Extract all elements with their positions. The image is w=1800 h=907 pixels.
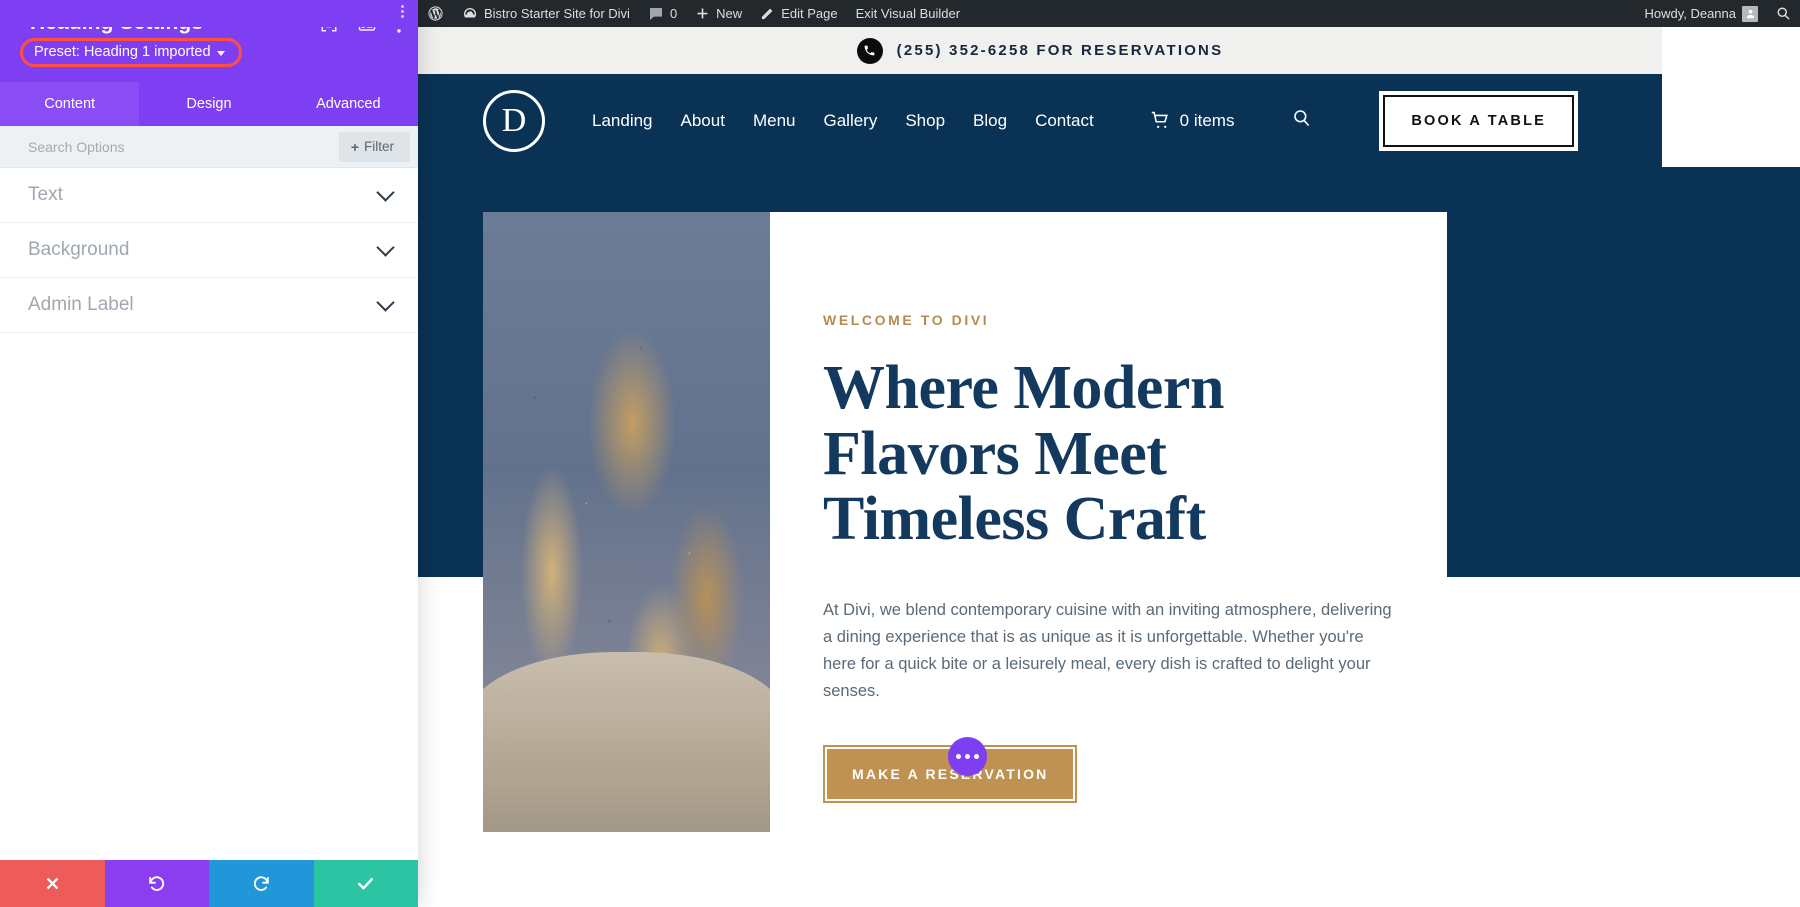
plus-icon [697,8,708,19]
builder-strip-dots-icon[interactable] [401,5,404,18]
hero-eyebrow: WELCOME TO DIVI [823,312,990,328]
tab-advanced[interactable]: Advanced [278,82,418,126]
book-a-table-button[interactable]: BOOK A TABLE [1383,94,1574,147]
plus-icon: + [350,138,359,155]
hero-heading[interactable]: Where Modern Flavors Meet Timeless Craft [823,354,1447,554]
redo-icon [253,876,269,891]
section-toggle-background[interactable]: Background [0,223,418,278]
chevron-down-icon [216,50,225,56]
nav-item-about[interactable]: About [681,111,725,131]
hero-image [483,212,770,832]
pencil-icon [762,8,773,20]
site-navbar: D Landing About Menu Gallery Shop Blog C… [418,74,1800,167]
chevron-down-icon [376,237,395,257]
heading-settings-panel: Heading Settings Preset: Heading 1 impor… [0,0,418,907]
admin-bar-exit-visual-builder[interactable]: Exit Visual Builder [847,0,970,27]
nav-right-white-gap [1662,27,1800,167]
search-options-bar: Search Options + Filter [0,126,418,168]
nav-item-gallery[interactable]: Gallery [823,111,877,131]
admin-bar-account[interactable]: Howdy, Deanna [1635,0,1767,27]
admin-bar-left: Bistro Starter Site for Divi 0 New Edit … [418,0,969,27]
admin-bar-comments[interactable]: 0 [639,0,686,27]
chevron-down-icon [376,182,395,202]
wordpress-admin-bar: Bistro Starter Site for Divi 0 New Edit … [418,0,1800,27]
nav-item-blog[interactable]: Blog [973,111,1007,131]
nav-item-contact[interactable]: Contact [1035,111,1094,131]
wordpress-logo-icon[interactable] [418,0,453,27]
admin-bar-search-icon[interactable] [1767,0,1800,27]
admin-bar-edit-page[interactable]: Edit Page [751,0,846,27]
search-icon[interactable] [1292,108,1312,133]
redo-button[interactable] [209,860,314,907]
fab-dot-1 [956,754,961,759]
section-label-background: Background [28,239,130,260]
settings-tabs: Content Design Advanced [0,82,418,126]
hero-heading-line-2: Flavors Meet [823,419,1167,488]
howdy-label: Howdy, Deanna [1644,6,1736,21]
nav-item-landing[interactable]: Landing [592,111,653,131]
preset-label: Preset: Heading 1 imported [34,44,211,60]
save-button[interactable] [313,860,418,907]
site-topbar: (255) 352-6258 FOR RESERVATIONS [418,27,1662,74]
settings-footer-actions [0,860,418,907]
reservations-phone-text: (255) 352-6258 FOR RESERVATIONS [896,42,1224,59]
preset-selector-highlight[interactable]: Preset: Heading 1 imported [20,38,242,67]
hero-heading-line-1: Where Modern [823,354,1224,422]
section-label-admin-label: Admin Label [28,294,134,315]
tab-content[interactable]: Content [0,82,140,126]
checkmark-icon [358,877,374,890]
cart-link[interactable]: 0 items [1150,110,1235,131]
builder-top-strip [0,0,418,27]
admin-bar-new[interactable]: New [686,0,751,27]
hero-heading-line-3: Timeless Craft [823,485,1206,554]
admin-bar-site-name[interactable]: Bistro Starter Site for Divi [453,0,639,27]
cart-count-label: 0 items [1179,110,1235,130]
chevron-down-icon [376,292,395,312]
band-right-white-gap [1662,577,1800,907]
primary-nav: Landing About Menu Gallery Shop Blog Con… [592,108,1312,133]
search-options-input[interactable]: Search Options [28,139,125,155]
section-toggle-text[interactable]: Text [0,168,418,223]
cancel-button[interactable] [0,860,105,907]
hero-paragraph: At Divi, we blend contemporary cuisine w… [823,601,1392,700]
admin-bar-right: Howdy, Deanna [1635,0,1800,27]
dashboard-icon [464,7,477,18]
comment-bubble-icon [649,7,662,20]
site-logo[interactable]: D [483,89,545,152]
section-toggle-admin-label[interactable]: Admin Label [0,278,418,333]
hero-image-paper-bag [483,652,770,832]
settings-sections: Text Background Admin Label [0,168,418,860]
phone-icon [856,37,883,64]
cart-icon [1151,111,1168,128]
filter-label: Filter [364,139,394,154]
fab-dot-2 [965,754,970,759]
nav-item-menu[interactable]: Menu [753,111,796,131]
visual-builder-fab[interactable] [948,737,987,776]
fab-dot-3 [974,754,979,759]
undo-icon [149,876,165,891]
nav-item-shop[interactable]: Shop [905,111,945,131]
filter-button[interactable]: + Filter [338,131,410,162]
close-icon [46,877,59,890]
tab-design[interactable]: Design [139,82,279,126]
section-label-text: Text [28,184,63,205]
undo-button[interactable] [104,860,209,907]
hero-text-block: WELCOME TO DIVI Where Modern Flavors Mee… [770,212,1447,832]
avatar [1742,5,1758,22]
visual-builder-canvas: (255) 352-6258 FOR RESERVATIONS D Landin… [418,27,1800,907]
